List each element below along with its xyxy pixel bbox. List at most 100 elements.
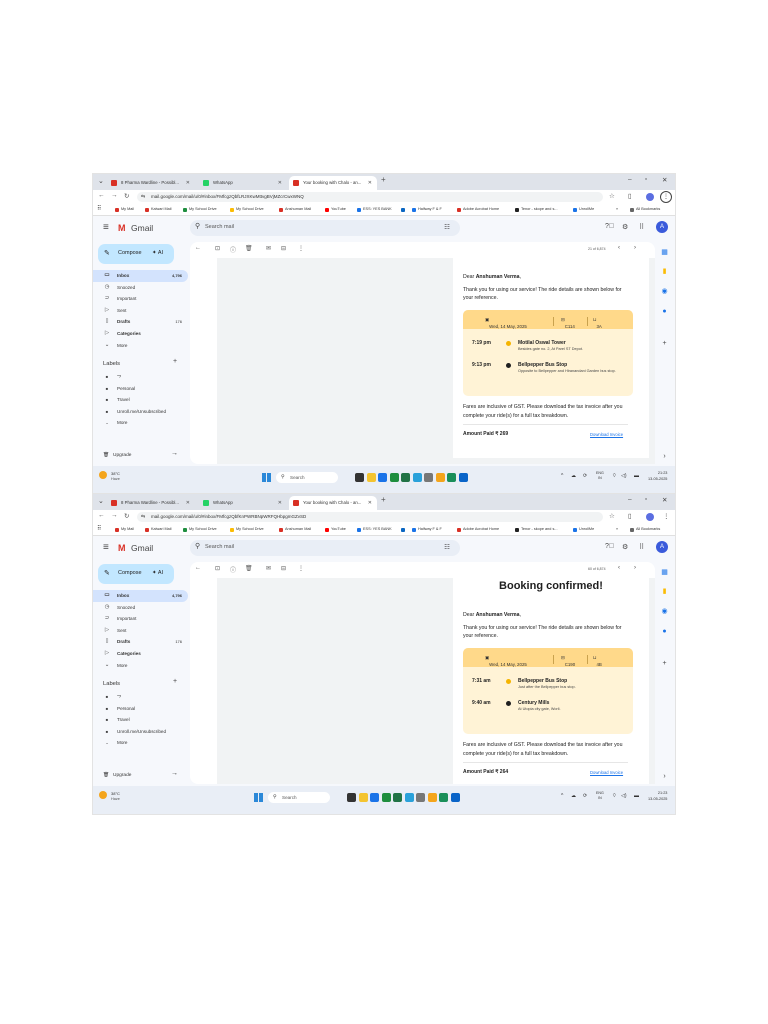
browser-tab[interactable]: WhatsApp ✕ <box>199 176 287 190</box>
calendar-icon[interactable]: ▦ <box>660 248 669 257</box>
label-item[interactable]: ■ Unroll.me/Unsubscribed <box>93 726 188 738</box>
keep-icon[interactable]: ▮ <box>660 267 669 276</box>
compose-button[interactable]: ✎ Compose ✦ AI <box>98 244 174 264</box>
bookmark-item[interactable]: My School Drive <box>183 524 217 535</box>
chrome-profile-icon[interactable] <box>435 473 445 482</box>
show-hidden-icons[interactable]: ^ <box>561 473 563 479</box>
sidebar-item-snoozed[interactable]: ◷ Snoozed <box>93 282 188 294</box>
browser-tab[interactable]: 8 Pharma Wardline - Possibl... ✕ <box>107 176 195 190</box>
bookmark-item[interactable]: My School Drive <box>230 524 264 535</box>
expand-panel-icon[interactable]: › <box>660 772 669 781</box>
bookmark-item[interactable]: Kalwari Mail <box>145 524 171 535</box>
bookmark-item[interactable]: UnrollMe <box>573 524 594 535</box>
edge-icon[interactable] <box>447 473 456 482</box>
browser-tab[interactable]: Your booking with Chalo - an... ✕ <box>289 176 377 190</box>
battery-icon[interactable]: ▬ <box>634 473 639 479</box>
bookmark-item[interactable]: UnrollMe <box>573 204 594 215</box>
ai-button[interactable]: ✦ AI <box>152 570 163 576</box>
search-input[interactable]: Search mail <box>205 544 234 550</box>
account-avatar[interactable]: A <box>656 541 668 553</box>
language-indicator[interactable]: ENG IN <box>596 471 604 481</box>
file-explorer-icon[interactable] <box>366 473 376 482</box>
settings-gear-icon[interactable]: ⚙ <box>622 223 628 231</box>
profile-icon[interactable] <box>646 193 654 201</box>
apps-icon[interactable]: ⠿ <box>97 204 101 215</box>
profile-icon[interactable] <box>646 513 654 521</box>
back-to-inbox-icon[interactable]: ← <box>195 565 201 571</box>
taskbar-search[interactable]: ⚲ Search <box>276 472 338 483</box>
settings-gear-icon[interactable]: ⚙ <box>622 543 628 551</box>
gmail-logo-icon[interactable]: M <box>118 543 126 553</box>
sync-icon[interactable]: ⟳ <box>583 793 587 799</box>
store-icon[interactable] <box>370 793 379 802</box>
browser-tab[interactable]: Your booking with Chalo - an... ✕ <box>289 496 377 510</box>
search-options-icon[interactable]: ☷ <box>444 543 450 551</box>
bookmark-item[interactable]: ESS: YES BANK <box>357 524 392 535</box>
sync-icon[interactable]: ⟳ <box>583 473 587 479</box>
label-item[interactable]: ■ Unroll.me/Unsubscribed <box>93 406 188 418</box>
sidebar-item-sent[interactable]: ▷ Sent <box>93 305 188 317</box>
bookmark-item[interactable]: Halfway F & F <box>412 524 442 535</box>
clock[interactable]: 21:23 13-05-2025 <box>648 471 667 482</box>
contacts-icon[interactable]: ● <box>660 307 669 316</box>
close-tab-icon[interactable]: ✕ <box>278 176 282 190</box>
wifi-icon[interactable]: ⌔ <box>612 473 617 479</box>
main-menu-icon[interactable]: ≡ <box>103 222 109 233</box>
upgrade-button[interactable]: 🗑 Upgrade <box>103 773 131 778</box>
upgrade-button[interactable]: 🗑 Upgrade <box>103 453 131 458</box>
bookmark-item[interactable]: Tenor - skope and s... <box>515 524 558 535</box>
bookmark-item[interactable]: Adobe Acrobat Home <box>457 524 499 535</box>
reload-icon[interactable]: ↻ <box>124 512 129 520</box>
close-tab-icon[interactable]: ✕ <box>186 176 190 190</box>
mark-unread-icon[interactable]: ✉ <box>266 565 271 572</box>
volume-icon[interactable]: ◁) <box>621 793 627 799</box>
clock[interactable]: 21:23 13-05-2025 <box>648 791 667 802</box>
site-info-icon[interactable]: ⇆ <box>141 192 145 202</box>
outlook-icon[interactable] <box>450 793 460 802</box>
back-icon[interactable]: ← <box>98 512 105 519</box>
restore-icon[interactable]: ▫ <box>645 496 647 503</box>
address-bar[interactable]: ⇆ mail.google.com/mail/u/0/#inbox/FMfcgzQ… <box>137 192 603 202</box>
side-panel-icon[interactable]: ▯ <box>628 512 632 520</box>
more-icon[interactable]: ⋮ <box>298 245 304 252</box>
sidebar-item-important[interactable]: ⊃ Important <box>93 293 188 305</box>
forward-icon[interactable]: → <box>111 512 118 519</box>
close-tab-icon[interactable]: ✕ <box>278 496 282 510</box>
bookmark-item[interactable]: YouTube <box>325 524 346 535</box>
close-window-icon[interactable]: ✕ <box>662 176 667 184</box>
chrome-icon[interactable] <box>389 473 399 482</box>
cloud-icon[interactable]: ☁ <box>571 473 576 479</box>
label-item[interactable]: ■ "? <box>93 691 188 703</box>
sidebar-item-important[interactable]: ⊃ Important <box>93 613 188 625</box>
sidebar-item-drafts[interactable]: ▯ Drafts 176 <box>93 636 188 648</box>
newer-icon[interactable]: ‹ <box>618 245 620 251</box>
label-item[interactable]: ⌄ More <box>93 737 188 749</box>
outlook-icon[interactable] <box>458 473 468 482</box>
download-invoice-link[interactable]: Download Invoice <box>590 770 623 775</box>
bookmark-star-icon[interactable]: ☆ <box>609 512 615 520</box>
bookmark-item[interactable]: ESS: YES BANK <box>357 204 392 215</box>
delete-icon[interactable]: 🗑 <box>245 245 253 252</box>
bookmark-item[interactable]: Anshuman Mail <box>279 524 311 535</box>
sidebar-item-snoozed[interactable]: ◷ Snoozed <box>93 602 188 614</box>
file-explorer-icon[interactable] <box>358 793 368 802</box>
side-panel-icon[interactable]: ▯ <box>628 192 632 200</box>
excel-icon[interactable] <box>393 793 402 802</box>
edge-icon[interactable] <box>439 793 448 802</box>
account-avatar[interactable]: A <box>656 221 668 233</box>
bookmark-item[interactable]: My Mail <box>115 204 134 215</box>
report-spam-icon[interactable]: ⓘ <box>230 245 236 254</box>
archive-icon[interactable]: ⊡ <box>215 565 220 572</box>
all-bookmarks-button[interactable]: All Bookmarks <box>630 204 660 215</box>
help-icon[interactable]: ?⃝ <box>605 543 614 550</box>
tasks-icon[interactable]: ◉ <box>660 287 669 296</box>
close-window-icon[interactable]: ✕ <box>662 496 667 504</box>
sidebar-item-sent[interactable]: ▷ Sent <box>93 625 188 637</box>
label-item[interactable]: ■ Personal <box>93 383 188 395</box>
new-tab-icon[interactable]: + <box>381 175 386 184</box>
sidebar-item-categories[interactable]: ▷ Categories <box>93 648 188 660</box>
older-icon[interactable]: › <box>634 565 636 571</box>
arrow-right-icon[interactable]: → <box>171 770 178 777</box>
keep-icon[interactable]: ▮ <box>660 587 669 596</box>
search-input[interactable]: Search mail <box>205 224 234 230</box>
